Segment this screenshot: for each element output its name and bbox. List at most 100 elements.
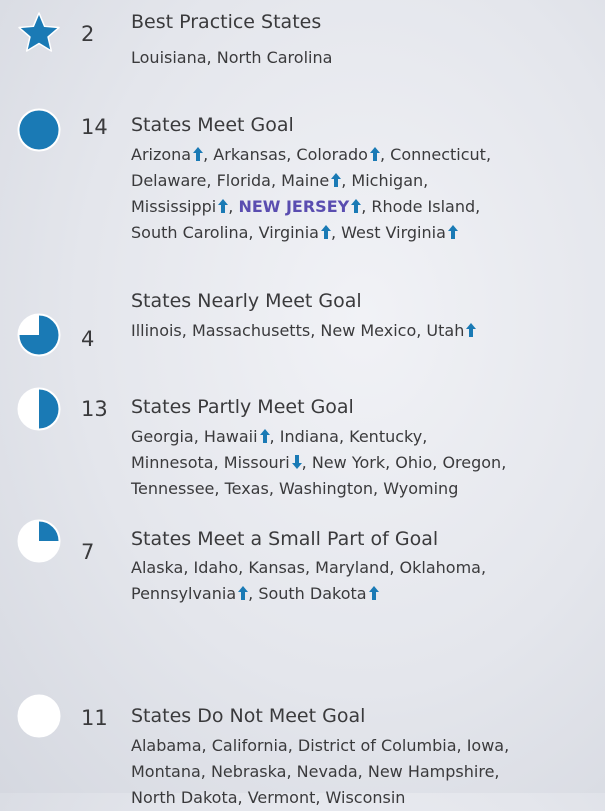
- state-item: Delaware,: [131, 171, 212, 190]
- state-name: Alabama: [131, 736, 202, 755]
- state-name: Kentucky: [349, 427, 423, 446]
- state-name: Missouri: [223, 453, 290, 472]
- state-name: Arizona: [131, 145, 192, 164]
- states-line: Pennsylvania, South Dakota: [131, 581, 601, 607]
- state-name: Connecticut: [390, 145, 486, 164]
- state-item: Alabama,: [131, 736, 207, 755]
- state-item: North Carolina: [217, 48, 333, 67]
- state-name: District of Columbia: [297, 736, 457, 755]
- state-item: Massachusetts,: [191, 321, 316, 340]
- state-name: Vermont: [247, 788, 316, 807]
- group-count: 14: [81, 115, 108, 139]
- arrow-up-icon: [238, 586, 249, 600]
- group-count: 13: [81, 397, 108, 421]
- state-name: Wisconsin: [325, 788, 406, 807]
- states-line: South Carolina, Virginia, West Virginia: [131, 220, 601, 246]
- state-name: Kansas: [248, 558, 305, 577]
- state-item: Louisiana,: [131, 48, 212, 67]
- star-icon: [16, 10, 62, 56]
- group-title: States Nearly Meet Goal: [131, 290, 362, 312]
- states-line: Tennessee, Texas, Washington, Wyoming: [131, 476, 601, 502]
- state-item: Oklahoma,: [399, 558, 487, 577]
- state-name: Georgia: [131, 427, 194, 446]
- state-name: California: [211, 736, 288, 755]
- state-name: Virginia: [258, 223, 319, 242]
- state-name: North Dakota: [131, 788, 238, 807]
- state-name: Mississippi: [131, 197, 217, 216]
- state-item: Vermont,: [247, 788, 321, 807]
- state-item: New York,: [311, 453, 391, 472]
- arrow-up-icon: [368, 586, 379, 600]
- state-name: New York: [311, 453, 386, 472]
- state-item: Rhode Island,: [371, 197, 481, 216]
- state-name: Oregon: [442, 453, 502, 472]
- state-item: Virginia,: [258, 223, 337, 242]
- state-name: Wyoming: [383, 479, 459, 498]
- arrow-down-icon: [291, 455, 302, 469]
- state-name: Delaware: [131, 171, 207, 190]
- group-states: Alaska, Idaho, Kansas, Maryland, Oklahom…: [131, 555, 601, 607]
- state-item: North Dakota,: [131, 788, 243, 807]
- state-item: Missouri,: [223, 453, 307, 472]
- state-item: California,: [211, 736, 293, 755]
- state-name: Nebraska: [210, 762, 287, 781]
- state-name: Pennsylvania: [131, 584, 237, 603]
- arrow-up-icon: [320, 225, 331, 239]
- state-item: Illinois,: [131, 321, 187, 340]
- group-title: States Meet a Small Part of Goal: [131, 528, 439, 550]
- states-line: Mississippi, NEW JERSEY, Rhode Island,: [131, 194, 601, 220]
- states-line: Montana, Nebraska, Nevada, New Hampshire…: [131, 759, 601, 785]
- state-item: Michigan,: [351, 171, 429, 190]
- state-item: Alaska,: [131, 558, 189, 577]
- state-item: Wyoming: [383, 479, 458, 498]
- state-item: Oregon,: [442, 453, 507, 472]
- states-line: North Dakota, Vermont, Wisconsin: [131, 785, 601, 811]
- states-line: Louisiana, North Carolina: [131, 45, 601, 71]
- state-item: Hawaii,: [203, 427, 275, 446]
- full-circle-icon: [16, 107, 62, 153]
- state-item: Washington,: [279, 479, 379, 498]
- state-item: Tennessee,: [131, 479, 220, 498]
- arrow-up-icon: [218, 199, 229, 213]
- state-item: Nevada,: [296, 762, 363, 781]
- state-name: Idaho: [193, 558, 239, 577]
- arrow-up-icon: [351, 199, 362, 213]
- state-name: Illinois: [131, 321, 182, 340]
- group-count: 2: [81, 22, 95, 46]
- state-item: Indiana,: [279, 427, 345, 446]
- group-title: States Do Not Meet Goal: [131, 705, 366, 727]
- arrow-up-icon: [331, 173, 342, 187]
- state-item: Connecticut,: [390, 145, 492, 164]
- state-item: South Carolina,: [131, 223, 254, 242]
- arrow-up-icon: [369, 147, 380, 161]
- state-item: Maine,: [281, 171, 347, 190]
- state-item: Wisconsin: [326, 788, 406, 807]
- state-name: Minnesota: [131, 453, 214, 472]
- state-item: Florida,: [216, 171, 277, 190]
- state-item: Kansas,: [248, 558, 311, 577]
- group-count: 11: [81, 706, 108, 730]
- state-name: Washington: [279, 479, 374, 498]
- state-name: Utah: [426, 321, 465, 340]
- group-states: Georgia, Hawaii, Indiana, Kentucky, Minne…: [131, 424, 601, 502]
- states-line: Delaware, Florida, Maine, Michigan,: [131, 168, 601, 194]
- state-name: North Carolina: [216, 48, 333, 67]
- state-name: Montana: [131, 762, 201, 781]
- state-item: Montana,: [131, 762, 206, 781]
- states-line: Alabama, California, District of Columbi…: [131, 733, 601, 759]
- state-name: South Dakota: [258, 584, 367, 603]
- state-name: Indiana: [279, 427, 339, 446]
- arrow-up-icon: [259, 429, 270, 443]
- arrow-up-icon: [193, 147, 204, 161]
- state-name: New Mexico: [320, 321, 417, 340]
- group-states: Arizona, Arkansas, Colorado, Connecticut…: [131, 142, 601, 246]
- group-states: Louisiana, North Carolina: [131, 45, 601, 71]
- state-name: Tennessee: [131, 479, 215, 498]
- state-item: New Mexico,: [320, 321, 422, 340]
- group-title: Best Practice States: [131, 11, 322, 33]
- arrow-up-icon: [466, 323, 477, 337]
- states-line: Minnesota, Missouri, New York, Ohio, Ore…: [131, 450, 601, 476]
- state-item: South Dakota: [258, 584, 379, 603]
- state-item: Georgia,: [131, 427, 199, 446]
- state-name: Colorado: [296, 145, 368, 164]
